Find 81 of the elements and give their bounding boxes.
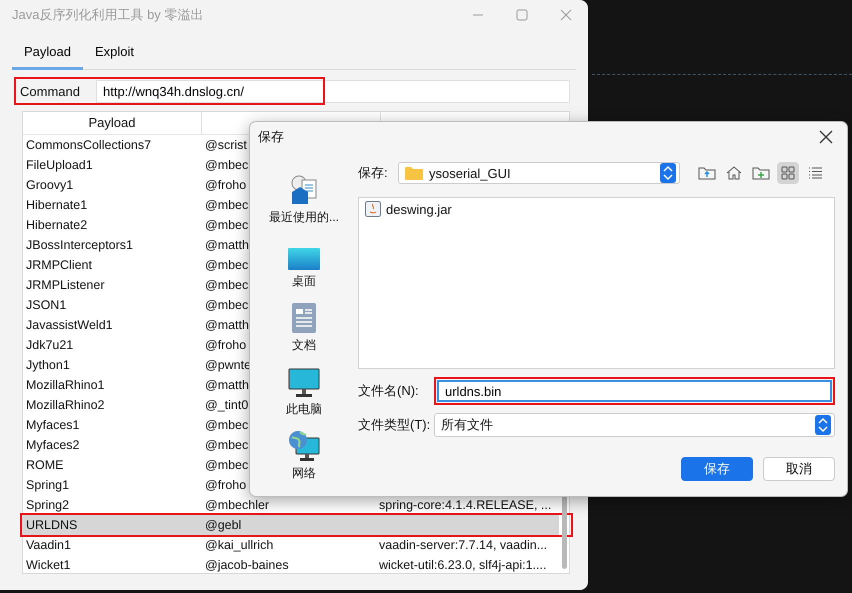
table-cell: @mbec: [205, 458, 248, 472]
table-cell: vaadin-server:7.7.14, vaadin...: [379, 538, 548, 552]
table-cell: JRMPListener: [26, 278, 104, 292]
file-name-label: 文件名(N):: [358, 382, 420, 400]
table-cell: @matth: [205, 318, 249, 332]
table-cell: MozillaRhino1: [26, 378, 105, 392]
table-cell: JBossInterceptors1: [26, 238, 133, 252]
tab[interactable]: Payload: [12, 40, 83, 70]
save-in-label: 保存:: [358, 164, 388, 182]
spinner-icon: [815, 415, 831, 435]
table-cell: Myfaces2: [26, 438, 80, 452]
table-cell: @mbec: [205, 438, 248, 452]
table-cell: JRMPClient: [26, 258, 92, 272]
table-cell: @froho: [205, 338, 246, 352]
table-cell: MozillaRhino2: [26, 398, 105, 412]
table-row[interactable]: Vaadin1 @kai_ullrich vaadin-server:7.7.14, vaadin...: [23, 535, 559, 555]
place-label[interactable]: 桌面: [292, 273, 316, 290]
table-cell: Spring1: [26, 478, 70, 492]
table-cell: spring-core:4.1.4.RELEASE, ...: [379, 498, 552, 512]
tab[interactable]: Exploit: [82, 40, 146, 70]
table-cell: @kai_ullrich: [205, 538, 274, 552]
column-header[interactable]: Payload: [23, 112, 202, 134]
table-cell: FileUpload1: [26, 158, 93, 172]
file-name-field[interactable]: urldns.bin: [437, 380, 832, 402]
command-label: Command: [19, 84, 81, 99]
place-label[interactable]: 最近使用的...: [268, 209, 339, 226]
table-cell: @mbechler: [205, 498, 270, 512]
place-label[interactable]: 此电脑: [286, 401, 322, 418]
table-cell: Spring2: [26, 498, 70, 512]
table-cell: @gebl: [205, 518, 242, 532]
table-cell: @froho: [205, 178, 246, 192]
save-button[interactable]: 保存: [681, 457, 753, 481]
table-cell: CommonsCollections7: [26, 138, 152, 152]
grid-view-icon[interactable]: [777, 162, 799, 184]
table-cell: @mbec: [205, 418, 248, 432]
file-type-dropdown[interactable]: 所有文件: [434, 413, 835, 437]
folder-icon: [405, 166, 423, 180]
table-cell: Hibernate1: [26, 198, 88, 212]
table-cell: Jython1: [26, 358, 70, 372]
document-icon[interactable]: [291, 302, 317, 334]
table-cell: @jacob-baines: [205, 558, 289, 572]
spinner-icon: [660, 163, 676, 183]
table-cell: ROME: [26, 458, 64, 472]
place-label[interactable]: 网络: [292, 465, 316, 482]
table-cell: Myfaces1: [26, 418, 80, 432]
table-cell: JavassistWeld1: [26, 318, 113, 332]
command-field[interactable]: http://wnq34h.dnslog.cn/: [96, 80, 570, 103]
table-row[interactable]: Spring2 @mbechler spring-core:4.1.4.RELEASE, ...: [23, 495, 559, 515]
table-cell: @mbec: [205, 198, 248, 212]
table-cell: @_tint0: [205, 398, 248, 412]
dialog-title: 保存: [258, 128, 284, 146]
table-cell: @scrist: [205, 138, 247, 152]
table-cell: @froho: [205, 478, 246, 492]
table-cell: @mbec: [205, 298, 248, 312]
table-cell: @mbec: [205, 158, 248, 172]
close-icon[interactable]: [819, 130, 833, 144]
table-cell: Vaadin1: [26, 538, 71, 552]
place-label[interactable]: 文档: [292, 337, 316, 354]
table-row[interactable]: Wicket1 @jacob-baines wicket-util:6.23.0, slf4j-api:1....: [23, 555, 559, 575]
table-cell: Hibernate2: [26, 218, 88, 232]
table-cell: wicket-util:6.23.0, slf4j-api:1....: [379, 558, 546, 572]
table-cell: JSON1: [26, 298, 66, 312]
file-name[interactable]: deswing.jar: [386, 202, 452, 216]
table-cell: Wicket1: [26, 558, 70, 572]
maximize-icon[interactable]: [516, 9, 528, 21]
table-cell: @matth: [205, 378, 249, 392]
network-icon[interactable]: [288, 430, 320, 462]
cancel-button[interactable]: 取消: [763, 457, 835, 481]
table-cell: @mbec: [205, 278, 248, 292]
table-cell: @mbec: [205, 258, 248, 272]
jar-file-icon[interactable]: [365, 201, 381, 217]
table-cell: URLDNS: [26, 518, 78, 532]
file-type-label: 文件类型(T):: [358, 416, 432, 434]
table-cell: @matth: [205, 238, 249, 252]
folder-dropdown[interactable]: ysoserial_GUI: [398, 162, 680, 184]
table-cell: @pwnte: [205, 358, 252, 372]
window-title: Java反序列化利用工具 by 零溢出: [12, 6, 204, 24]
table-cell: @mbec: [205, 218, 248, 232]
table-cell: Jdk7u21: [26, 338, 74, 352]
computer-icon[interactable]: [288, 368, 320, 398]
table-cell: Groovy1: [26, 178, 74, 192]
